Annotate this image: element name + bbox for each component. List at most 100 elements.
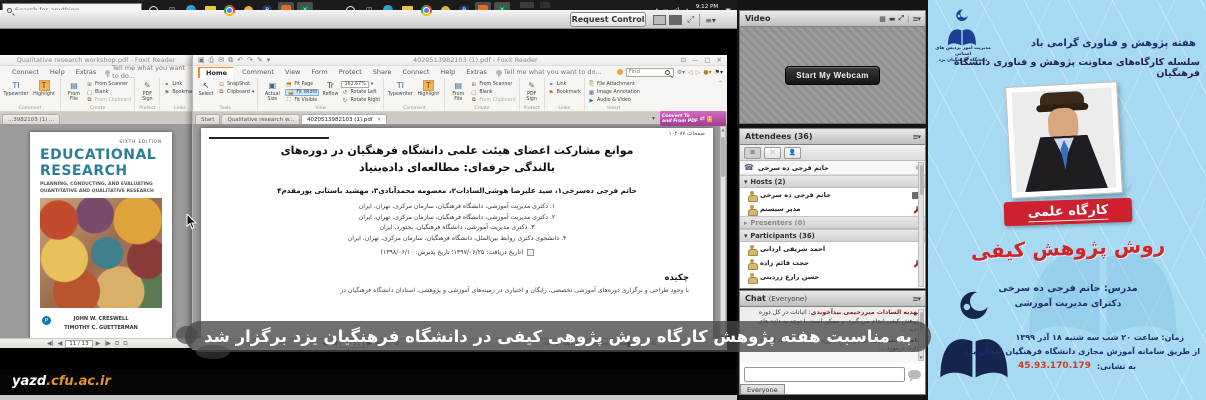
start-webcam-button[interactable]: Start My Webcam <box>785 66 880 85</box>
menu-view[interactable]: View <box>283 67 302 77</box>
page-layout-icon[interactable]: ⧉ <box>115 340 119 348</box>
attendee-row[interactable]: حجت قائم زاده <box>740 256 925 270</box>
highlight-button[interactable]: THighlight <box>31 80 57 97</box>
undo-icon[interactable]: ↶ <box>237 56 243 64</box>
request-control-button[interactable]: Request Control <box>570 12 646 27</box>
page-number-box[interactable]: 11 / 13 <box>65 340 92 348</box>
foxit-right-document-area[interactable]: صفحات ۷۷-۱۰۴ موانع مشارکت اعضای هیئت علم… <box>193 124 727 338</box>
alert-icon[interactable]: ●▾ <box>703 69 711 76</box>
copy-icon[interactable]: ⧉ <box>228 56 233 65</box>
from-file-button[interactable]: ▤From File <box>64 80 84 102</box>
attendees-pod-header[interactable]: Attendees (36) ≡▾ <box>739 128 926 145</box>
pod-options-icon[interactable]: ≡▾ <box>913 15 920 23</box>
qat-dropdown-icon[interactable]: ▾ <box>267 56 271 64</box>
from-scanner-button[interactable]: ⊞From Scanner <box>86 81 131 88</box>
link-button[interactable]: ⚭Link <box>548 81 581 88</box>
find-input[interactable] <box>629 69 663 75</box>
pod-options-icon[interactable]: ≡▾ <box>705 16 716 25</box>
full-screen-view-icon[interactable] <box>669 15 682 25</box>
from-clipboard-button[interactable]: ⧉From Clipboard <box>470 97 515 104</box>
menu-extras[interactable]: Extras <box>464 67 489 77</box>
fit-visible-button[interactable]: ⛶Fit Visible <box>285 97 319 104</box>
last-page-icon[interactable]: |▶ <box>104 340 111 347</box>
tell-me-box[interactable]: Tell me what you want to do... <box>496 68 602 76</box>
document-scrollbar[interactable]: ▲ <box>720 126 726 336</box>
next-page-icon[interactable]: ▶ <box>96 340 101 347</box>
send-message-icon[interactable] <box>908 370 921 379</box>
menu-home[interactable]: Home <box>198 67 233 78</box>
from-clipboard-button[interactable]: ⧉From Clipboard <box>86 97 131 104</box>
rotate-right-button[interactable]: ↻Rotate Right <box>341 97 380 104</box>
menu-connect[interactable]: Connect <box>10 67 41 77</box>
filmstrip-view-icon[interactable]: ▬ <box>889 15 895 23</box>
restore-icon[interactable]: ⊡ <box>680 56 685 64</box>
close-icon[interactable]: ✕ <box>717 56 722 64</box>
attendee-view-icon[interactable]: ≣ <box>744 147 761 159</box>
menu-connect[interactable]: Connect <box>401 67 432 77</box>
chat-pod-header[interactable]: Chat (Everyone) ≡▾ <box>739 290 926 307</box>
menu-extras[interactable]: Extras <box>74 67 99 77</box>
minimize-icon[interactable]: — <box>692 56 699 64</box>
attendee-row[interactable]: حاتم فرجی ده سرخی <box>740 188 925 202</box>
breakout-view-icon[interactable]: ⤫ <box>764 147 781 159</box>
tab-close-icon[interactable]: ✕ <box>377 117 382 123</box>
fit-page-button[interactable]: ⬒Fit Page <box>285 81 319 88</box>
audio-video-button[interactable]: ▶Audio & Video <box>588 97 640 104</box>
fit-screen-icon[interactable] <box>653 15 666 25</box>
attendees-scrollbar[interactable] <box>918 162 924 287</box>
tab-list-dropdown-icon[interactable]: ▾ <box>652 115 655 122</box>
hosts-section-header[interactable]: ▾Hosts (2) <box>740 175 925 188</box>
video-pod-header[interactable]: Video ▦ ▬ ⤢ | ≡▾ <box>739 10 926 27</box>
tab-qualitative[interactable]: Qualitative research w... <box>221 114 300 124</box>
blank-button[interactable]: ▢Blank <box>86 89 131 96</box>
scrollbar-thumb[interactable] <box>721 137 725 177</box>
fullscreen-arrows-icon[interactable]: ⤢ <box>687 15 694 25</box>
bookmark-button[interactable]: ⚑Bookmark <box>548 89 581 96</box>
fullscreen-icon[interactable]: ⤢ <box>898 14 903 23</box>
scroll-up-icon[interactable]: ▲ <box>721 127 725 132</box>
tab-current-pdf[interactable]: 4020513982103 (1).pdf✕ <box>301 114 387 124</box>
scrollbar-thumb[interactable] <box>920 165 924 195</box>
find-next-icon[interactable]: ▷ <box>696 69 701 76</box>
page-layout-2-icon[interactable]: ⧉ <box>123 340 127 348</box>
select-button[interactable]: ↖Select <box>196 80 216 97</box>
gear-icon[interactable]: ⚙▾ <box>677 69 685 76</box>
blank-button[interactable]: ▢Blank <box>470 89 515 96</box>
actual-size-button[interactable]: ▣Actual Size <box>261 80 283 102</box>
participants-section-header[interactable]: ▾Participants (36) <box>740 229 925 242</box>
email-icon[interactable]: ✉ <box>218 56 224 64</box>
status-dot-icon[interactable] <box>617 69 623 75</box>
from-file-button[interactable]: ▤From File <box>448 80 468 102</box>
prev-page-icon[interactable]: ◀ <box>58 340 63 347</box>
pod-options-icon[interactable]: ≡▾ <box>913 295 920 303</box>
redo-icon[interactable]: ↷ <box>247 56 253 64</box>
chat-tab-everyone[interactable]: Everyone <box>740 384 785 394</box>
grid-view-icon[interactable]: ▦ <box>879 15 885 23</box>
typewriter-button[interactable]: TITypewriter <box>387 80 413 97</box>
menu-help[interactable]: Help <box>438 67 457 77</box>
foxit-left-document-area[interactable]: SIXTH EDITION EDUCATIONAL RESEARCH PLANN… <box>0 124 192 338</box>
menu-help[interactable]: Help <box>48 67 67 77</box>
find-box[interactable] <box>626 68 674 77</box>
document-tab[interactable]: ...3982103 (1) ... <box>2 114 60 124</box>
attendee-row[interactable]: مدیر سیستم <box>740 202 925 216</box>
foxit-right-titlebar[interactable]: ▣⎙✉⧉↶↷✎▾ 4020513982103 (1).pdf - Foxit R… <box>193 55 727 66</box>
find-prev-icon[interactable]: ◁ <box>688 69 693 76</box>
convert-to-pdf-badge[interactable]: Convert Toand From PDF ⇄ 1 <box>660 111 726 126</box>
pdf-sign-button[interactable]: ✎PDF Sign <box>138 80 156 102</box>
save-icon[interactable]: ▣ <box>198 56 205 64</box>
menu-comment[interactable]: Comment <box>240 67 276 77</box>
fit-width-button[interactable]: ⬓Fit Width <box>285 89 319 96</box>
scroll-down-icon[interactable]: ▼ <box>919 355 923 360</box>
reflow-button[interactable]: TrReflow <box>321 80 339 97</box>
clipboard-button[interactable]: ⧉Clipboard ▾ <box>218 89 254 96</box>
first-page-icon[interactable]: ◀| <box>47 340 54 347</box>
snapshot-button[interactable]: ⊡SnapShot <box>218 81 254 88</box>
attendee-status-view-icon[interactable]: 👤 <box>784 147 801 159</box>
pdf-sign-button[interactable]: ✎PDF Sign <box>523 80 541 102</box>
image-annotation-button[interactable]: ▦Image Annotation <box>588 89 640 96</box>
menu-share[interactable]: Share <box>371 67 394 77</box>
collapse-ribbon-icon[interactable]: ⌃ <box>714 78 727 111</box>
chat-input[interactable] <box>744 367 905 382</box>
pod-options-icon[interactable]: ≡▾ <box>913 133 920 141</box>
